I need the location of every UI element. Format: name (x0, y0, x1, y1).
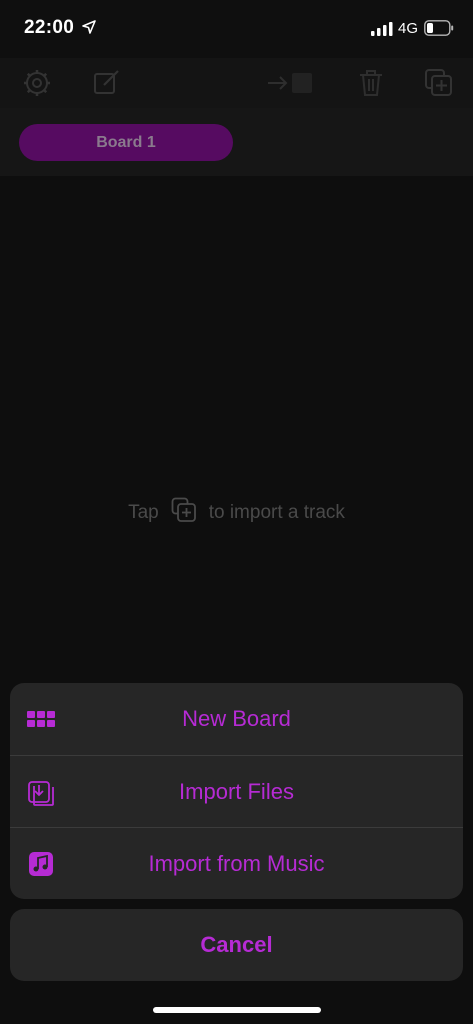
add-copy-icon (171, 497, 197, 529)
empty-state-prefix: Tap (128, 502, 159, 523)
trash-icon[interactable] (356, 68, 386, 98)
import-files-button[interactable]: Import Files (10, 755, 463, 827)
cellular-signal-icon (371, 22, 393, 36)
add-copy-icon[interactable] (424, 68, 454, 98)
cancel-button[interactable]: Cancel (10, 909, 463, 981)
music-note-icon (26, 850, 56, 878)
new-board-label: New Board (182, 706, 291, 731)
import-from-music-button[interactable]: Import from Music (10, 827, 463, 899)
import-files-label: Import Files (179, 778, 294, 804)
move-to-board-icon[interactable] (266, 68, 316, 98)
screen: 22:00 4G Board 1 Tap to import a track N… (0, 0, 473, 1024)
location-arrow-icon (82, 20, 96, 34)
board-tab-bar: Board 1 (0, 108, 473, 176)
settings-gear-icon[interactable] (22, 68, 52, 98)
home-indicator[interactable] (153, 1007, 321, 1013)
network-type: 4G (398, 20, 419, 37)
toolbar (0, 58, 473, 108)
empty-state-hint: Tap to import a track (0, 497, 473, 529)
import-from-music-label: Import from Music (148, 850, 325, 876)
action-sheet: New Board Import Files Import from Music (10, 683, 463, 899)
new-board-button[interactable]: New Board (10, 683, 463, 755)
import-tray-icon (26, 778, 56, 806)
battery-icon (424, 20, 454, 36)
status-time: 22:00 (24, 17, 75, 38)
edit-icon[interactable] (92, 68, 122, 98)
empty-state-suffix: to import a track (208, 502, 345, 523)
status-bar: 22:00 4G (0, 0, 473, 58)
tab-board-1[interactable]: Board 1 (19, 124, 233, 161)
grid-icon (26, 705, 56, 733)
